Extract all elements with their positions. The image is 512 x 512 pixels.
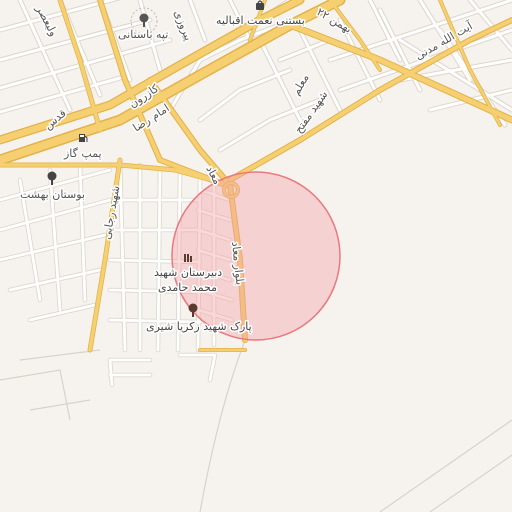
label-bostan-behesht: بوستان بهشت	[20, 188, 85, 201]
label-school-line1: دبیرستان شهید	[154, 266, 222, 279]
label-pump-gas: پمپ گاز	[63, 147, 102, 160]
label-park: پارک شهید زکریا شیری	[146, 320, 252, 333]
label-school-line2: محمد حامدی	[158, 281, 217, 294]
label-ice-cream-shop: بستنی نعمت اقبالیه	[216, 14, 305, 27]
label-tappe-bastani: تپه باستانی	[118, 28, 168, 41]
highlight-area[interactable]	[171, 171, 341, 341]
map-canvas[interactable]: تپه باستانی بستنی نعمت اقبالیه پیروزی ول…	[0, 0, 512, 512]
